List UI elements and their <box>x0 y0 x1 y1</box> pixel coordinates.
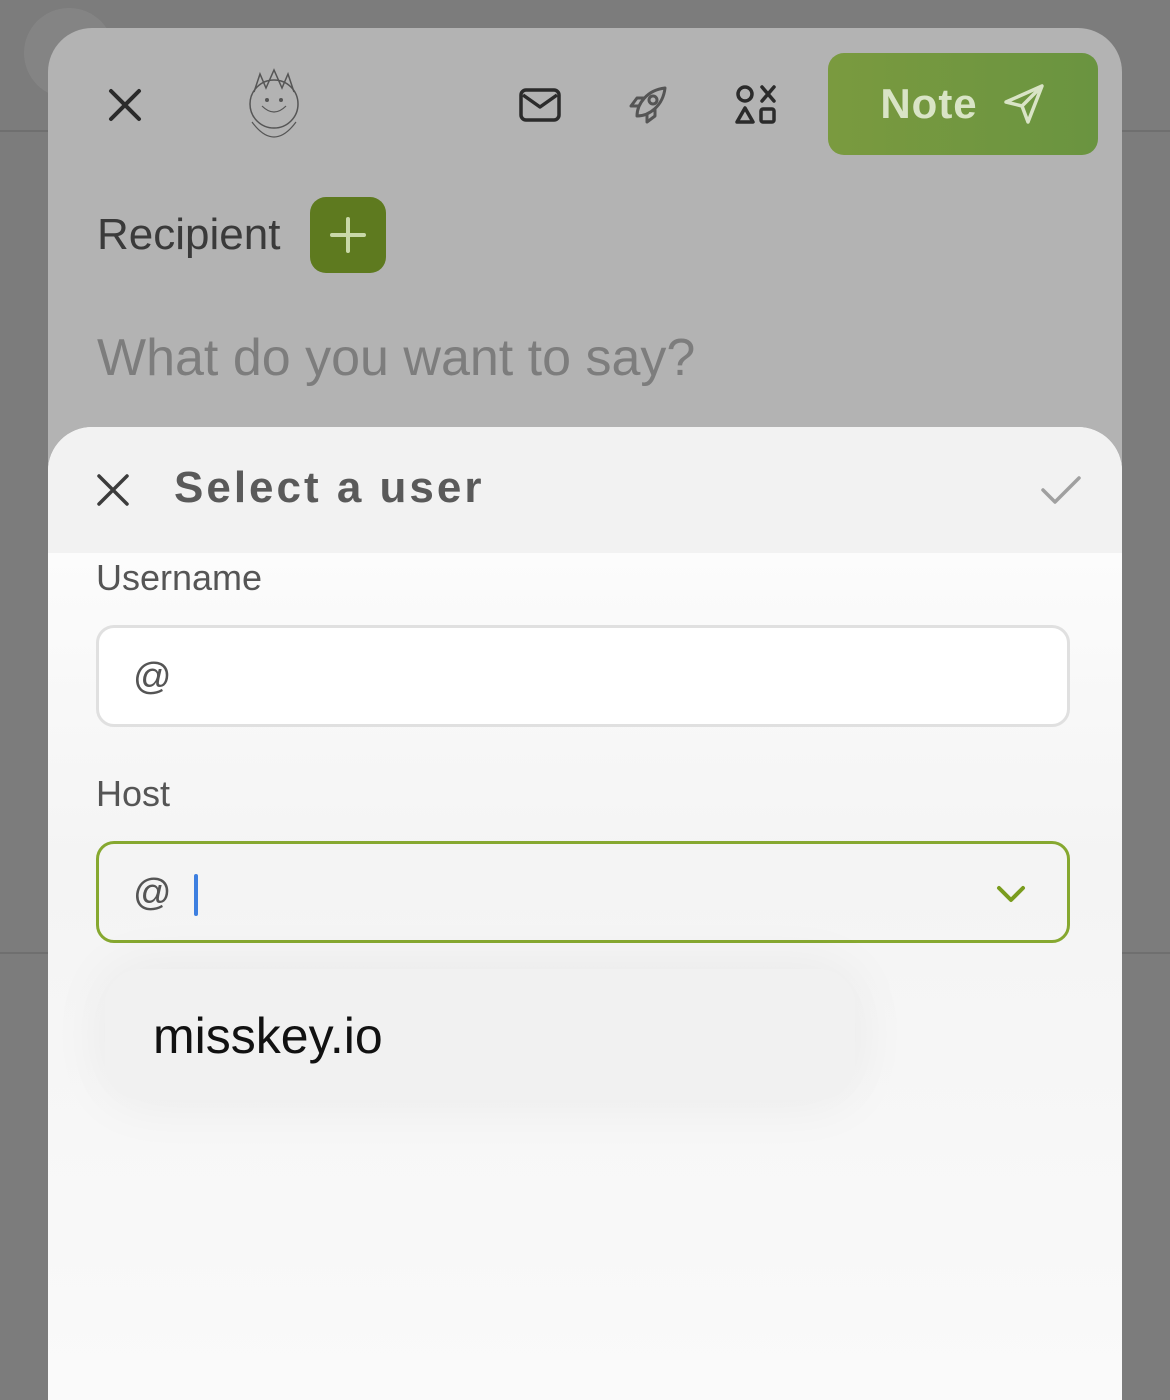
username-at-prefix: @ <box>133 656 172 698</box>
dialog-confirm-button[interactable] <box>1036 465 1086 515</box>
host-field[interactable]: @ <box>96 841 1070 943</box>
host-input[interactable] <box>191 862 975 926</box>
account-avatar[interactable] <box>234 62 314 146</box>
more-options-button[interactable] <box>731 80 781 130</box>
mail-icon <box>519 88 561 122</box>
close-icon <box>109 89 141 121</box>
dialog-close-button[interactable] <box>88 465 138 515</box>
note-button-label: Note <box>880 80 978 127</box>
rocket-icon <box>629 86 667 124</box>
host-label: Host <box>96 773 171 814</box>
text-caret <box>194 874 198 916</box>
post-text-input[interactable]: What do you want to say? <box>97 328 695 388</box>
visibility-button[interactable] <box>515 80 565 130</box>
plus-icon <box>330 217 366 253</box>
shapes-icon <box>735 85 776 124</box>
check-icon <box>1041 476 1081 504</box>
dialog-header: Select a user <box>48 427 1122 553</box>
local-only-button[interactable] <box>623 80 673 130</box>
dialog-title: Select a user <box>174 463 485 512</box>
note-submit-button[interactable]: Note <box>828 53 1098 155</box>
username-label: Username <box>96 557 263 598</box>
add-recipient-button[interactable] <box>310 197 386 273</box>
select-user-dialog: Select a user Username @ Host @ misskey.… <box>48 427 1122 1400</box>
host-suggestions: misskey.io <box>105 969 855 1100</box>
recipient-label: Recipient <box>97 210 281 259</box>
username-input[interactable] <box>191 646 975 710</box>
username-field[interactable]: @ <box>96 625 1070 727</box>
host-at-prefix: @ <box>133 872 172 914</box>
chevron-down-icon <box>997 886 1025 902</box>
host-suggestion-item[interactable]: misskey.io <box>153 1007 383 1065</box>
composer-close-button[interactable] <box>100 80 150 130</box>
close-icon <box>97 474 129 506</box>
send-icon <box>1003 84 1044 124</box>
host-dropdown-toggle[interactable] <box>991 874 1031 914</box>
